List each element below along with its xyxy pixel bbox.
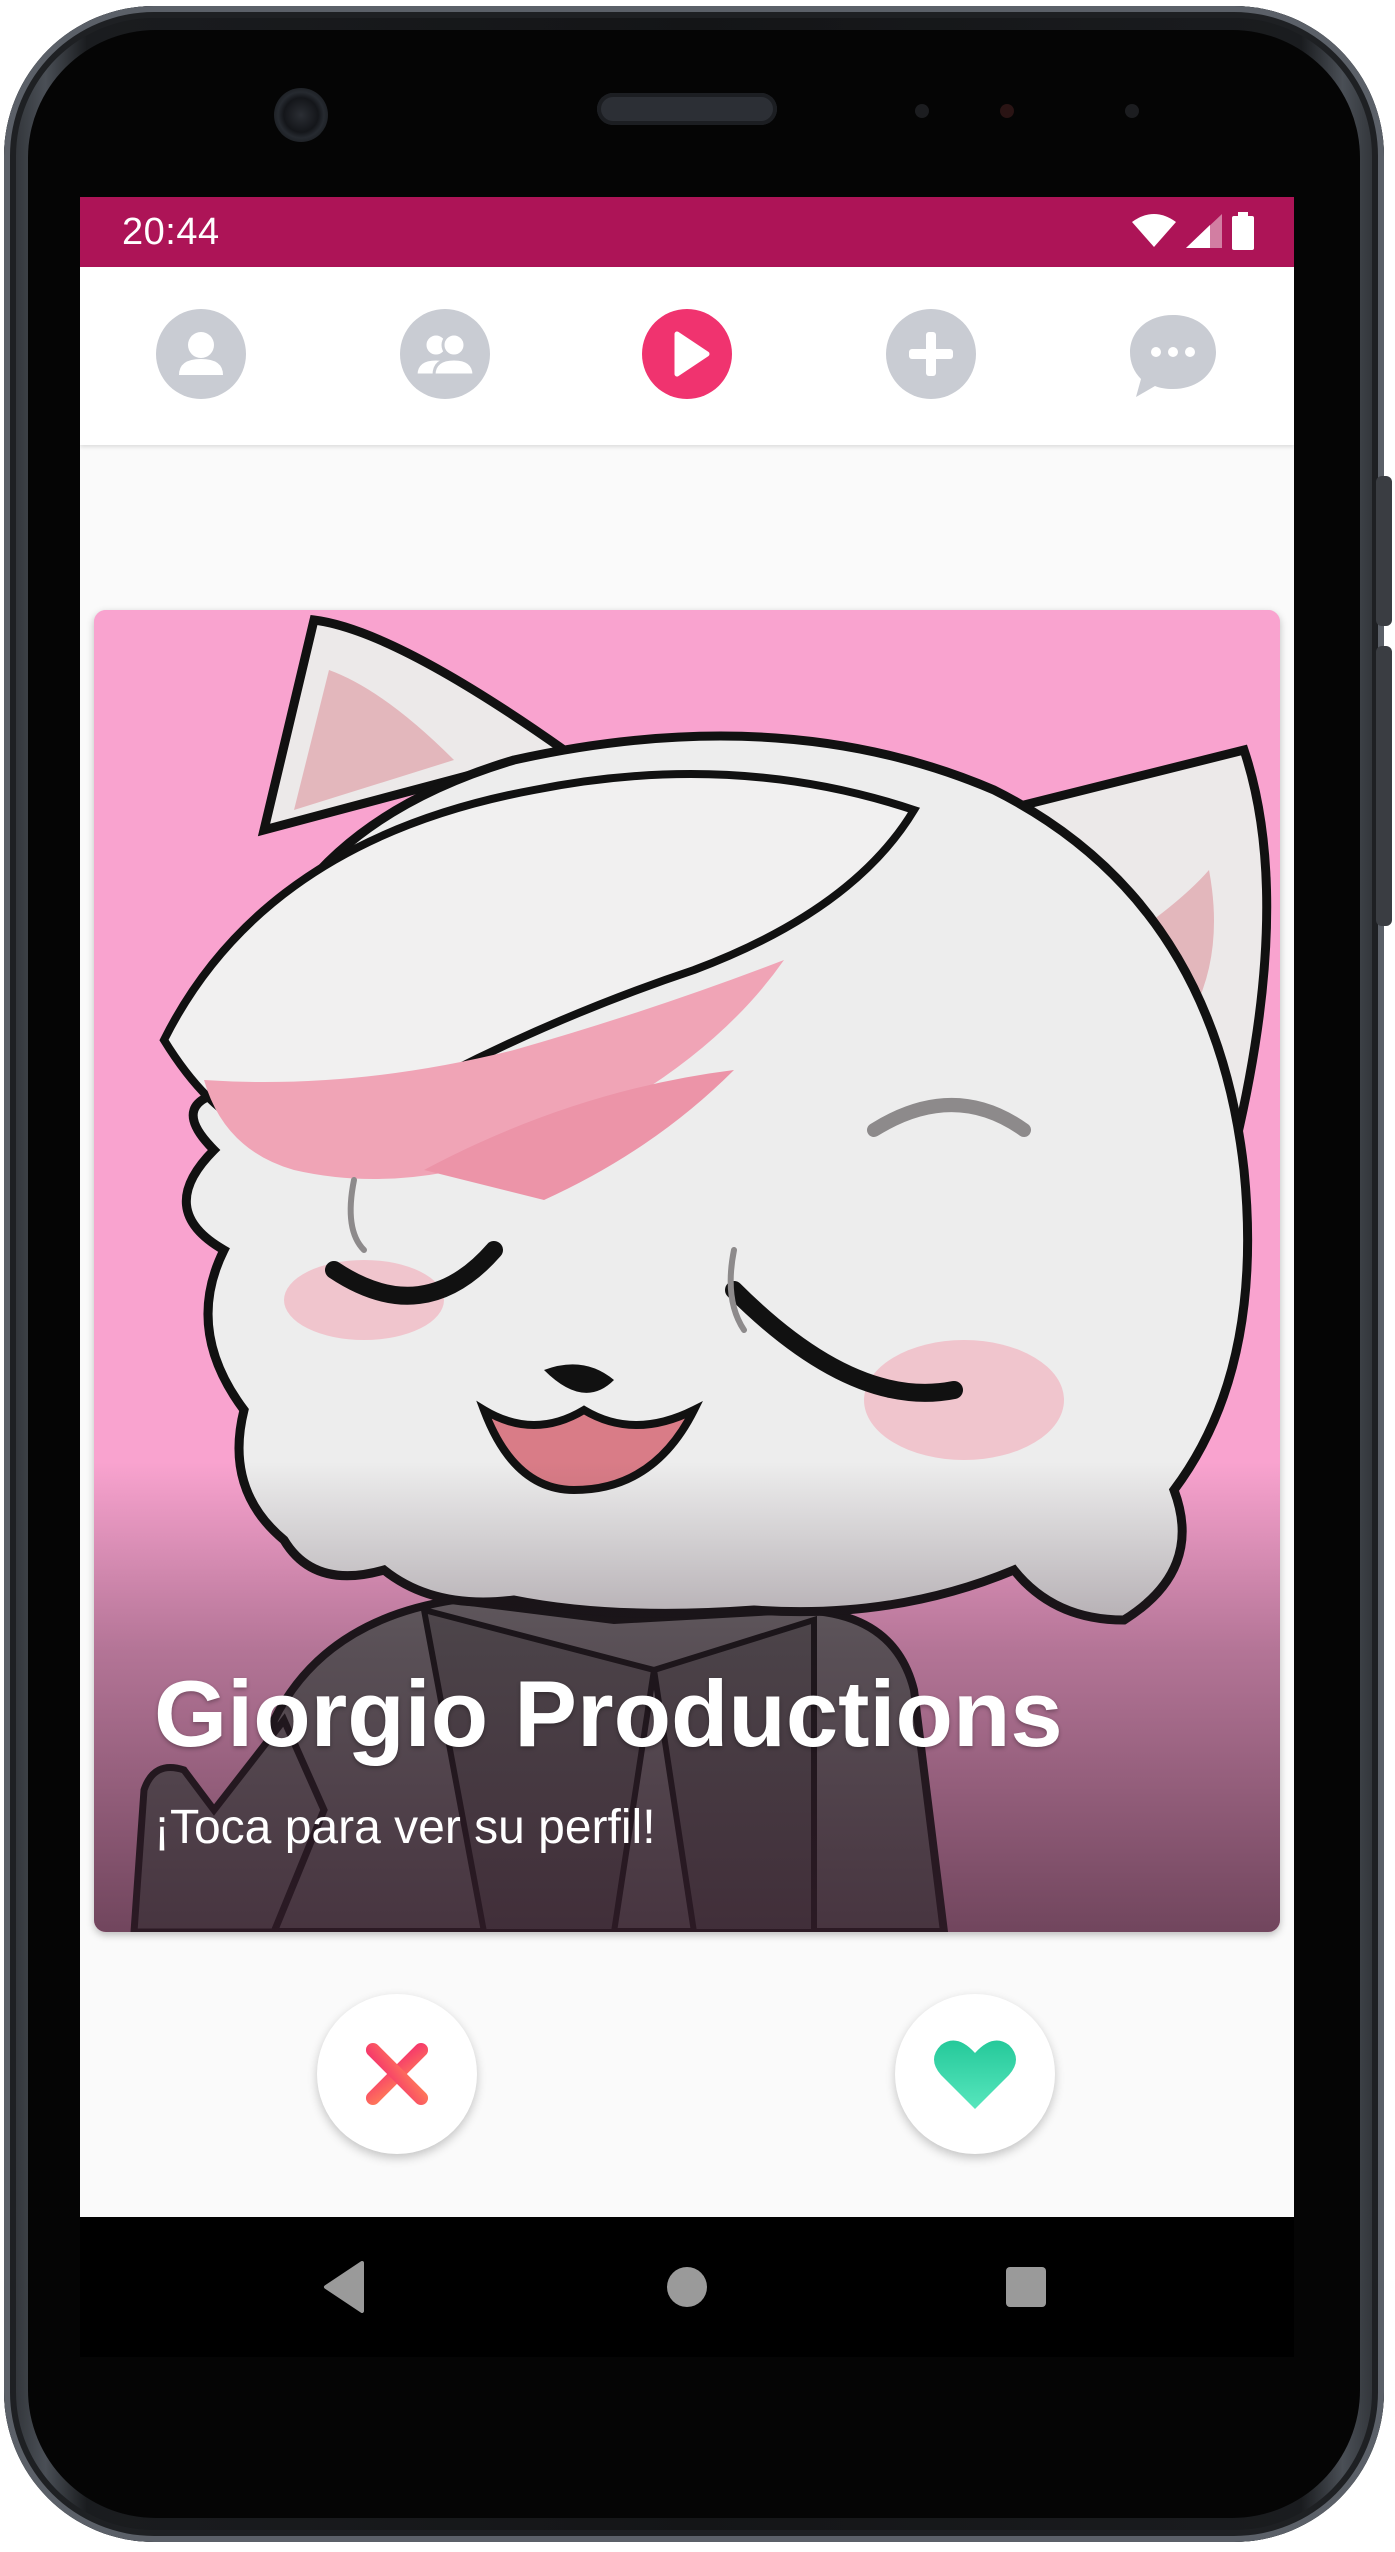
wifi-icon (1132, 214, 1176, 247)
recents-icon (1006, 2267, 1046, 2307)
volume-button (1376, 646, 1392, 926)
heart-icon (934, 2040, 1016, 2109)
sensor-dot (1125, 104, 1139, 118)
nav-chats[interactable] (1128, 309, 1218, 399)
plus-icon (886, 309, 976, 399)
recents-button[interactable] (994, 2255, 1058, 2319)
chat-bubble-icon (1130, 315, 1216, 397)
nav-add[interactable] (886, 309, 976, 399)
status-time: 20:44 (122, 211, 220, 253)
nav-discover[interactable] (642, 309, 732, 399)
proximity-sensor (915, 104, 929, 118)
app-screen: 20:44 Giorgio Productions ¡Toca para ver… (80, 197, 1294, 2357)
front-camera (274, 88, 328, 142)
like-button[interactable] (895, 1994, 1055, 2154)
home-icon (667, 2267, 707, 2307)
status-icons (1132, 211, 1254, 251)
play-icon (642, 309, 732, 399)
profile-name: Giorgio Productions (154, 1661, 1063, 1766)
person-icon (156, 309, 246, 399)
home-button[interactable] (655, 2255, 719, 2319)
status-bar: 20:44 (80, 197, 1294, 267)
nav-profile[interactable] (156, 309, 246, 399)
close-x-icon (365, 2042, 429, 2106)
earpiece-speaker (597, 93, 777, 125)
back-icon (324, 2261, 364, 2313)
dislike-button[interactable] (317, 1994, 477, 2154)
battery-icon (1232, 212, 1254, 250)
top-nav-bar (80, 267, 1294, 445)
profile-card[interactable]: Giorgio Productions ¡Toca para ver su pe… (94, 610, 1280, 1932)
profile-hint: ¡Toca para ver su perfil! (154, 1801, 656, 1854)
people-icon (400, 309, 490, 399)
back-button[interactable] (312, 2255, 376, 2319)
cell-signal-icon (1186, 214, 1222, 248)
light-sensor (1000, 104, 1014, 118)
nav-matches[interactable] (400, 309, 490, 399)
power-button (1376, 476, 1392, 626)
system-nav-bar (80, 2217, 1294, 2357)
